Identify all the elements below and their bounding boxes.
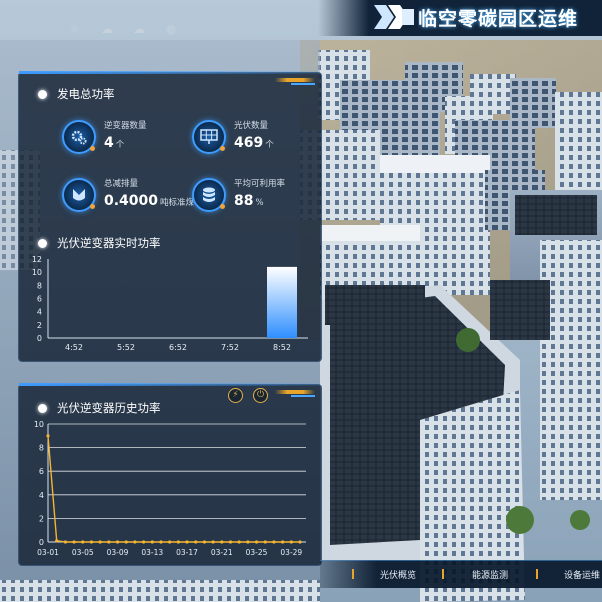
- panel-corner-decoration: [275, 78, 315, 82]
- data-point: [185, 540, 189, 544]
- data-point: [228, 540, 233, 544]
- data-point: [107, 540, 111, 544]
- nav-item-pv-overview[interactable]: 光伏概览: [380, 568, 416, 581]
- panel-accent-line: [19, 383, 319, 386]
- page-title: 临空零碳园区运维: [418, 8, 579, 30]
- x-tick-label: 03-05: [72, 548, 94, 557]
- realtime-chart-title: 光伏逆变器实时功率: [38, 235, 161, 251]
- data-point: [194, 540, 198, 544]
- x-tick-label: 8:52: [273, 343, 291, 352]
- data-point: [98, 540, 102, 544]
- weather-toolbar: ☼ ☁ ☁ ◍: [66, 22, 180, 36]
- data-point: [254, 540, 259, 544]
- data-point: [150, 540, 154, 544]
- x-tick-label: 03-29: [280, 548, 302, 557]
- x-tick-label: 6:52: [169, 343, 187, 352]
- data-point: [202, 540, 207, 544]
- y-tick-label: 10: [34, 420, 44, 429]
- data-point: [89, 540, 94, 544]
- y-tick-label: 0: [37, 334, 42, 343]
- x-tick-label: 5:52: [117, 343, 135, 352]
- nav-item-energy-monitor[interactable]: 能源监测: [472, 568, 508, 581]
- lightning-icon[interactable]: ⚡: [228, 388, 243, 403]
- bar: [267, 266, 297, 338]
- data-point: [220, 540, 224, 544]
- nav-separator: [536, 569, 538, 579]
- nav-separator: [352, 569, 354, 579]
- solar-panel-icon: [192, 120, 226, 154]
- x-tick-label: 03-13: [141, 548, 163, 557]
- bottom-navigation: 光伏概览 能源监测 设备运维: [320, 560, 602, 588]
- y-tick-label: 8: [39, 444, 44, 453]
- y-tick-label: 12: [32, 255, 42, 264]
- cloud-sun-icon[interactable]: ☁: [98, 22, 116, 36]
- stat-availability: 平均可利用率 88%: [192, 178, 285, 212]
- bullet-icon: [38, 238, 47, 248]
- data-point: [237, 540, 241, 544]
- x-tick-label: 4:52: [65, 343, 83, 352]
- panel-corner-decoration: [275, 390, 315, 394]
- gear-icon: [62, 120, 96, 154]
- data-point: [298, 540, 302, 544]
- data-point: [159, 540, 163, 544]
- stat-emission-reduction: 总减排量 0.4000 吨标准煤: [62, 178, 194, 212]
- data-point: [55, 539, 59, 543]
- data-point: [281, 540, 285, 544]
- database-icon: [192, 178, 226, 212]
- history-chart-title: 光伏逆变器历史功率: [38, 400, 161, 416]
- y-tick-label: 6: [37, 295, 42, 304]
- y-tick-label: 2: [39, 514, 44, 523]
- series-line: [47, 435, 300, 543]
- power-icon[interactable]: ⏻: [253, 388, 268, 403]
- data-point: [176, 540, 180, 544]
- leaf-icon: [62, 178, 96, 212]
- data-point: [133, 540, 137, 544]
- data-point: [246, 540, 250, 544]
- stat-pv-count: 光伏数量 469 个: [192, 120, 274, 154]
- y-tick-label: 4: [37, 308, 42, 317]
- y-tick-label: 0: [39, 538, 44, 547]
- y-tick-label: 10: [32, 268, 42, 277]
- y-tick-label: 8: [37, 281, 42, 290]
- history-toolbar: ⚡ ⏻: [228, 388, 268, 403]
- y-tick-label: 4: [39, 491, 44, 500]
- data-point: [115, 540, 120, 544]
- data-point: [263, 540, 267, 544]
- sun-icon[interactable]: ☼: [66, 22, 84, 36]
- nav-separator: [442, 569, 444, 579]
- panel-corner-decoration: [291, 83, 315, 85]
- y-tick-label: 2: [37, 321, 42, 330]
- data-point: [63, 540, 67, 544]
- x-tick-label: 03-21: [211, 548, 233, 557]
- history-power-chart: 0 2 4 6 8 10 03-01 03-05 03-09 03-13 03-17 03-21 03-…: [34, 420, 306, 557]
- data-point: [168, 540, 172, 544]
- data-point: [141, 540, 146, 544]
- bullet-icon: [38, 89, 47, 99]
- x-tick-label: 03-01: [37, 548, 59, 557]
- data-point: [211, 540, 215, 544]
- panel-accent-line: [19, 71, 319, 74]
- data-point: [124, 540, 128, 544]
- logo-icon: [374, 5, 414, 29]
- realtime-power-chart: 0 2 4 6 8 10 12 4:52 5:52 6:52 7:52 8:52: [32, 255, 308, 352]
- generation-title: 发电总功率: [38, 86, 115, 102]
- x-tick-label: 03-25: [246, 548, 268, 557]
- panel-corner-decoration: [291, 395, 315, 397]
- data-point: [72, 540, 76, 544]
- data-point: [46, 434, 50, 438]
- data-point: [289, 540, 293, 544]
- data-point: [81, 540, 85, 544]
- stat-inverter-count: 逆变器数量 4个: [62, 120, 147, 154]
- y-tick-label: 6: [39, 467, 44, 476]
- globe-icon[interactable]: ◍: [162, 22, 180, 36]
- data-point: [272, 540, 276, 544]
- bullet-icon: [38, 403, 47, 413]
- cloud-icon[interactable]: ☁: [130, 22, 148, 36]
- x-tick-label: 03-09: [107, 548, 129, 557]
- x-tick-label: 03-17: [176, 548, 198, 557]
- x-tick-label: 7:52: [221, 343, 239, 352]
- nav-item-device-maintenance[interactable]: 设备运维: [564, 568, 600, 581]
